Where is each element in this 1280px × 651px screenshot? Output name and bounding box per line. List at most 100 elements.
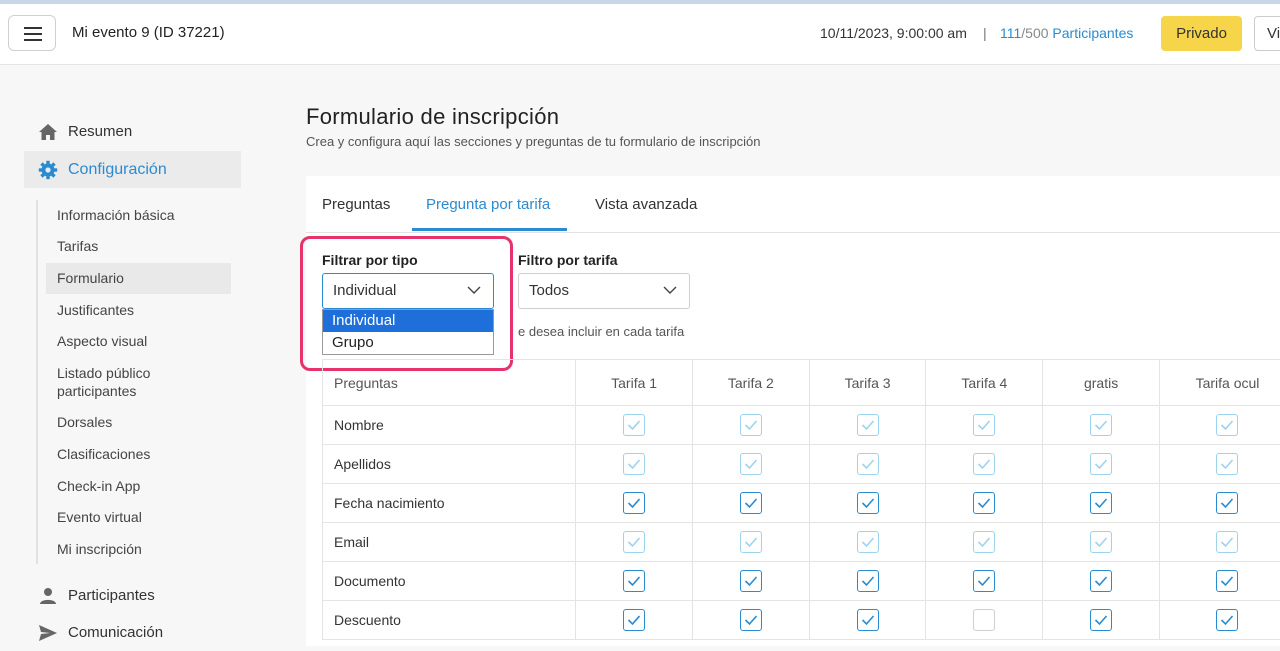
checkbox-checked[interactable] (1216, 609, 1238, 631)
checkbox-checked[interactable] (1216, 492, 1238, 514)
sidebar-item-resumen[interactable]: Resumen (24, 113, 241, 150)
hamburger-icon-line (24, 33, 42, 35)
checkbox-checked[interactable] (973, 453, 995, 475)
tarifa-cell (926, 601, 1043, 640)
check-icon (977, 458, 991, 470)
checkbox-checked[interactable] (973, 492, 995, 514)
hamburger-icon (24, 27, 42, 29)
send-icon (38, 623, 58, 643)
table-row: Email (323, 523, 1280, 562)
checkbox-checked[interactable] (623, 570, 645, 592)
view-button[interactable]: Vi (1254, 16, 1280, 51)
tarifa-cell (692, 406, 809, 445)
filter-tarifa-select[interactable]: Todos (518, 273, 690, 309)
checkbox-checked[interactable] (623, 453, 645, 475)
checkbox-checked[interactable] (857, 453, 879, 475)
check-icon (627, 614, 641, 626)
active-tab-indicator (412, 228, 567, 231)
sidebar-item-label: Configuración (68, 161, 167, 179)
sidebar-sub-formulario[interactable]: Formulario (46, 263, 231, 294)
sidebar-item-configuracion[interactable]: Configuración (24, 151, 241, 188)
checkbox-checked[interactable] (1090, 414, 1112, 436)
check-icon (627, 575, 641, 587)
check-icon (1220, 458, 1234, 470)
checkbox-checked[interactable] (1216, 570, 1238, 592)
sidebar-sub-informacion-basica[interactable]: Información básica (46, 206, 231, 224)
sidebar-sub-mi-inscripcion[interactable]: Mi inscripción (46, 540, 231, 558)
tab-pregunta-por-tarifa[interactable]: Pregunta por tarifa (426, 196, 550, 213)
checkbox-checked[interactable] (623, 414, 645, 436)
sidebar-sub-aspecto-visual[interactable]: Aspecto visual (46, 332, 231, 350)
checkbox-checked[interactable] (1216, 453, 1238, 475)
sidebar-sub-listado-publico[interactable]: Listado público participantes (46, 364, 176, 400)
app-header: Mi evento 9 (ID 37221) 10/11/2023, 9:00:… (0, 4, 1280, 65)
user-icon (38, 586, 58, 606)
checkbox-checked[interactable] (857, 570, 879, 592)
checkbox-checked[interactable] (623, 492, 645, 514)
check-icon (861, 458, 875, 470)
check-icon (977, 497, 991, 509)
checkbox-checked[interactable] (740, 570, 762, 592)
tarifa-cell (809, 562, 926, 601)
tarifa-cell (692, 523, 809, 562)
tarifa-cell (692, 484, 809, 523)
hamburger-icon-line (24, 39, 42, 41)
checkbox-checked[interactable] (973, 570, 995, 592)
checkbox-checked[interactable] (1090, 570, 1112, 592)
sidebar-item-participantes[interactable]: Participantes (24, 577, 241, 614)
checkbox-checked[interactable] (1090, 531, 1112, 553)
checkbox-unchecked[interactable] (973, 609, 995, 631)
sidebar-item-comunicacion[interactable]: Comunicación (24, 614, 241, 651)
checkbox-checked[interactable] (1216, 414, 1238, 436)
sidebar-sub-tarifas[interactable]: Tarifas (46, 237, 231, 255)
tarifa-cell (692, 445, 809, 484)
column-header: Tarifa 3 (809, 360, 926, 406)
checkbox-checked[interactable] (1216, 531, 1238, 553)
page-subtitle: Crea y configura aquí las secciones y pr… (306, 134, 761, 149)
checkbox-checked[interactable] (1090, 453, 1112, 475)
tab-preguntas[interactable]: Preguntas (322, 196, 390, 213)
check-icon (627, 458, 641, 470)
checkbox-checked[interactable] (857, 531, 879, 553)
tarifa-cell (1043, 445, 1160, 484)
checkbox-checked[interactable] (623, 531, 645, 553)
question-name: Apellidos (323, 445, 576, 484)
checkbox-checked[interactable] (740, 531, 762, 553)
chevron-down-icon (663, 285, 677, 295)
checkbox-checked[interactable] (857, 414, 879, 436)
table-body: NombreApellidosFecha nacimientoEmailDocu… (323, 406, 1280, 640)
help-text: e desea incluir en cada tarifa (518, 324, 684, 339)
checkbox-checked[interactable] (857, 492, 879, 514)
checkbox-checked[interactable] (740, 609, 762, 631)
checkbox-checked[interactable] (623, 609, 645, 631)
sidebar-sub-checkin-app[interactable]: Check-in App (46, 477, 231, 495)
tarifa-cell (692, 562, 809, 601)
question-name: Fecha nacimiento (323, 484, 576, 523)
menu-button[interactable] (8, 15, 56, 51)
checkbox-checked[interactable] (740, 453, 762, 475)
column-header: Tarifa 4 (926, 360, 1043, 406)
participants-link[interactable]: Participantes (1052, 25, 1133, 41)
table-row: Documento (323, 562, 1280, 601)
tarifa-cell (926, 406, 1043, 445)
column-header: Tarifa ocul (1159, 360, 1280, 406)
checkbox-checked[interactable] (740, 414, 762, 436)
checkbox-checked[interactable] (1090, 492, 1112, 514)
checkbox-checked[interactable] (1090, 609, 1112, 631)
sidebar-sub-clasificaciones[interactable]: Clasificaciones (46, 445, 231, 463)
tarifa-cell (809, 406, 926, 445)
privado-button[interactable]: Privado (1161, 16, 1242, 51)
tab-vista-avanzada[interactable]: Vista avanzada (595, 196, 697, 213)
checkbox-checked[interactable] (973, 414, 995, 436)
checkbox-checked[interactable] (973, 531, 995, 553)
tarifa-cell (809, 601, 926, 640)
checkbox-checked[interactable] (740, 492, 762, 514)
check-icon (1220, 575, 1234, 587)
participants-count[interactable]: 111/500 Participantes (1000, 25, 1133, 41)
checkbox-checked[interactable] (857, 609, 879, 631)
sidebar-sub-dorsales[interactable]: Dorsales (46, 413, 231, 431)
sidebar-sub-justificantes[interactable]: Justificantes (46, 301, 231, 319)
sidebar-sub-evento-virtual[interactable]: Evento virtual (46, 508, 231, 526)
tarifa-cell (1159, 406, 1280, 445)
tarifa-cell (926, 523, 1043, 562)
